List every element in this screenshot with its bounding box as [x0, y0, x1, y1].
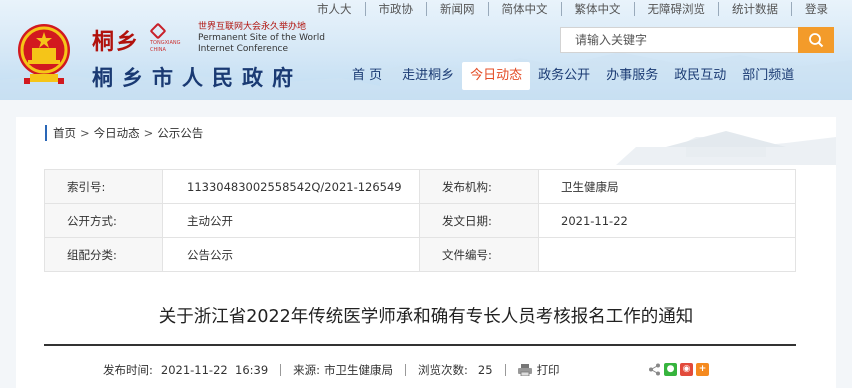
publish-time-value: 2021-11-22 16:39 — [160, 363, 269, 377]
date-label: 发文日期: — [419, 203, 539, 238]
index-label: 索引号: — [44, 169, 163, 204]
nav-services[interactable]: 办事服务 — [598, 62, 666, 90]
view-count-label: 浏览次数: — [418, 363, 468, 377]
table-row: 组配分类: 公告公示 文件编号: — [44, 237, 796, 272]
weibo-share-icon[interactable]: ◉ — [680, 363, 693, 376]
nav-interaction[interactable]: 政民互动 — [666, 62, 734, 90]
top-link-cppcc[interactable]: 市政协 — [366, 1, 427, 16]
org-label: 发布机构: — [419, 169, 539, 204]
wechat-share-icon[interactable]: ● — [664, 363, 677, 376]
site-header: 市人大 市政协 新闻网 简体中文 繁体中文 无障碍浏览 统计数据 登录 桐乡 T… — [0, 0, 852, 100]
top-link-simplified[interactable]: 简体中文 — [489, 1, 562, 16]
nav-home[interactable]: 首 页 — [340, 62, 394, 90]
doc-number-value — [538, 237, 796, 272]
table-row: 公开方式: 主动公开 发文日期: 2021-11-22 — [44, 203, 796, 238]
search-icon — [809, 33, 824, 48]
nav-gov-open[interactable]: 政务公开 — [530, 62, 598, 90]
national-emblem-icon — [18, 24, 70, 84]
publish-time: 发布时间: 2021-11-22 16:39 — [103, 362, 268, 378]
search-input[interactable] — [560, 27, 798, 53]
open-label: 公开方式: — [44, 203, 163, 238]
more-share-icon[interactable]: + — [696, 363, 709, 376]
print-button[interactable]: 打印 — [517, 362, 560, 378]
breadcrumb-notices[interactable]: 公示公告 — [157, 125, 203, 141]
nav-about[interactable]: 走进桐乡 — [394, 62, 462, 90]
main-nav: 首 页 走进桐乡 今日动态 政务公开 办事服务 政民互动 部门频道 — [340, 62, 802, 90]
scenery-decoration — [616, 131, 836, 165]
separator — [405, 364, 407, 376]
breadcrumb-home[interactable]: 首页 — [53, 125, 76, 141]
top-links: 市人大 市政协 新闻网 简体中文 繁体中文 无障碍浏览 统计数据 登录 — [304, 0, 852, 17]
share-icon[interactable] — [648, 363, 661, 376]
top-link-traditional[interactable]: 繁体中文 — [562, 1, 635, 16]
printer-icon — [517, 364, 532, 376]
doc-number-label: 文件编号: — [419, 237, 539, 272]
publish-time-label: 发布时间: — [103, 363, 153, 377]
title-divider — [44, 344, 796, 346]
breadcrumb: 首页 > 今日动态 > 公示公告 — [45, 125, 203, 141]
table-row: 索引号: 11330483002558542Q/2021-126549 发布机构… — [44, 169, 796, 204]
group-value: 公告公示 — [162, 237, 420, 272]
top-link-npc[interactable]: 市人大 — [304, 1, 366, 16]
breadcrumb-today[interactable]: 今日动态 — [94, 125, 140, 141]
date-value: 2021-11-22 — [538, 203, 796, 238]
search-button[interactable] — [798, 27, 834, 53]
city-logo-text: 桐乡 — [92, 29, 141, 55]
view-count: 浏览次数: 25 — [418, 362, 493, 378]
breadcrumb-separator: > — [80, 126, 90, 140]
nav-today[interactable]: 今日动态 — [462, 62, 531, 90]
top-link-news[interactable]: 新闻网 — [427, 1, 489, 16]
open-value: 主动公开 — [162, 203, 420, 238]
wic-text: 世界互联网大会永久举办地 Permanent Site of the World… — [198, 22, 325, 55]
wic-en-2: Internet Conference — [198, 44, 289, 54]
top-link-accessibility[interactable]: 无障碍浏览 — [635, 1, 719, 16]
view-count-value: 25 — [477, 363, 493, 377]
group-label: 组配分类: — [44, 237, 163, 272]
publish-info-bar: 发布时间: 2021-11-22 16:39 来源: 市卫生健康局 浏览次数: … — [103, 363, 560, 377]
top-link-statistics[interactable]: 统计数据 — [719, 1, 792, 16]
wic-cn: 世界互联网大会永久举办地 — [198, 22, 307, 32]
source: 来源: 市卫生健康局 — [293, 362, 393, 378]
article-title: 关于浙江省2022年传统医学师承和确有专长人员考核报名工作的通知 — [158, 307, 694, 327]
top-link-login[interactable]: 登录 — [792, 2, 852, 16]
source-value: 市卫生健康局 — [324, 363, 394, 377]
org-value: 卫生健康局 — [538, 169, 796, 204]
wic-en-1: Permanent Site of the World — [198, 33, 325, 43]
separator — [280, 364, 282, 376]
search-box — [560, 27, 834, 53]
document-meta-table: 索引号: 11330483002558542Q/2021-126549 发布机构… — [44, 169, 796, 272]
share-buttons: ● ◉ + — [648, 363, 709, 376]
print-label: 打印 — [536, 363, 560, 377]
index-value: 11330483002558542Q/2021-126549 — [162, 169, 420, 204]
source-label: 来源: — [293, 363, 321, 377]
city-logo-small: TONGXIANG CHINA — [150, 40, 181, 53]
nav-departments[interactable]: 部门频道 — [734, 62, 802, 90]
separator — [504, 364, 506, 376]
government-title: 桐乡市人民政府 — [92, 65, 302, 90]
breadcrumb-separator: > — [143, 126, 154, 140]
